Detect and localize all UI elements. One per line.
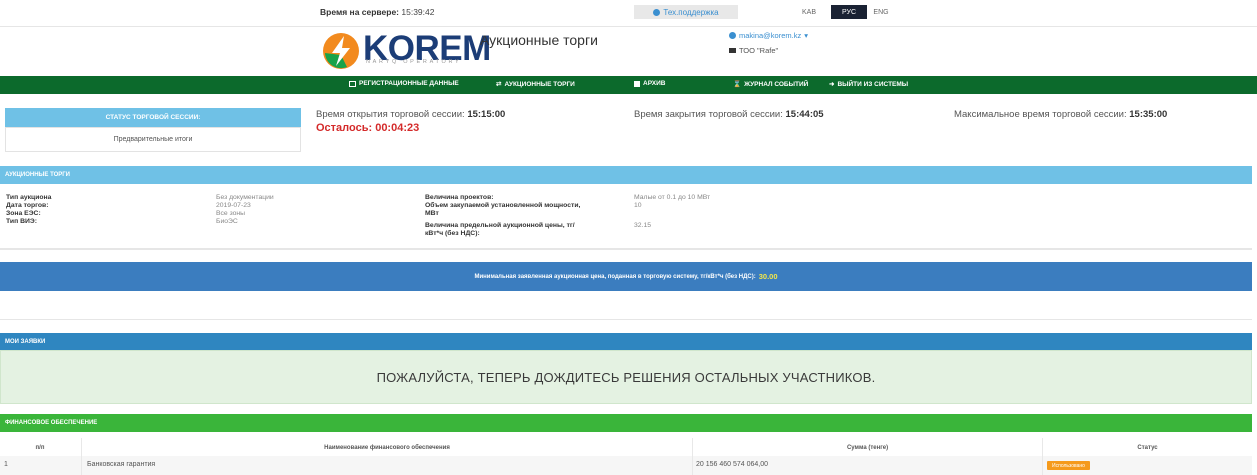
briefcase-icon bbox=[729, 48, 736, 53]
row-amount: 20 156 460 574 064,00 bbox=[696, 461, 769, 468]
session-max-time: Максимальное время торговой сессии: 15:3… bbox=[954, 109, 1167, 120]
user-organization: ТОО "Rafe" bbox=[729, 46, 778, 55]
col-name: Наименование финансового обеспечения bbox=[324, 445, 450, 451]
status-badge: Использовано bbox=[1047, 461, 1090, 470]
open-time-value: 15:15:00 bbox=[467, 109, 506, 120]
nav-archive[interactable]: Архив bbox=[634, 80, 665, 87]
auction-type-value: Без документации bbox=[216, 194, 274, 201]
nav-events-label: Журнал событий bbox=[744, 80, 809, 88]
col-num: п/п bbox=[35, 445, 45, 451]
lang-rus[interactable]: РУС bbox=[831, 5, 867, 19]
nav-logout[interactable]: ➜ Выйти из системы bbox=[829, 80, 909, 89]
swap-icon: ⇄ bbox=[496, 81, 502, 88]
vie-type-label: Тип ВИЭ: bbox=[6, 218, 37, 225]
project-size-value: Малые от 0.1 до 10 МВт bbox=[634, 194, 711, 201]
min-price-banner: Минимальная заявленная аукционная цена, … bbox=[0, 262, 1252, 291]
capacity-label-unit: МВт bbox=[425, 210, 439, 217]
archive-icon bbox=[634, 80, 640, 87]
user-icon bbox=[729, 32, 736, 39]
caret-down-icon: ▾ bbox=[804, 31, 808, 40]
help-icon bbox=[653, 8, 661, 16]
user-menu[interactable]: makina@korem.kz ▾ bbox=[729, 31, 808, 40]
row-name: Банковская гарантия bbox=[87, 461, 156, 468]
user-org-name: ТОО "Rafe" bbox=[739, 46, 779, 55]
column-divider bbox=[81, 438, 82, 475]
hourglass-icon: ⌛ bbox=[733, 81, 742, 88]
top-bar bbox=[0, 0, 1257, 27]
capacity-label: Объем закупаемой установленной мощности, bbox=[425, 202, 581, 209]
close-time-label: Время закрытия торговой сессии: bbox=[634, 109, 783, 120]
min-price-label: Минимальная заявленная аукционная цена, … bbox=[474, 273, 756, 280]
divider bbox=[0, 248, 1252, 250]
session-status-value: Предварительные итоги bbox=[5, 127, 301, 152]
close-time-value: 15:44:05 bbox=[785, 109, 824, 120]
col-amount: Сумма (тенге) bbox=[846, 445, 889, 451]
page-title: Аукционные торги bbox=[480, 32, 598, 48]
financial-header: ФИНАНСОВОЕ ОБЕСПЕЧЕНИЕ bbox=[0, 414, 1252, 432]
user-email: makina@korem.kz bbox=[739, 31, 802, 40]
logout-icon: ➜ bbox=[829, 81, 835, 88]
divider bbox=[0, 319, 1252, 320]
nav-archive-label: Архив bbox=[643, 80, 666, 87]
min-price-value: 30.00 bbox=[758, 272, 778, 281]
col-status: Статус bbox=[1137, 445, 1158, 451]
capacity-value: 10 bbox=[634, 202, 642, 209]
auction-date-label: Дата торгов: bbox=[6, 202, 49, 209]
nav-logout-label: Выйти из системы bbox=[837, 80, 909, 88]
main-nav bbox=[0, 76, 1257, 94]
lang-kab[interactable]: KAB bbox=[789, 5, 829, 19]
session-status-header: СТАТУС ТОРГОВОЙ СЕССИИ: bbox=[5, 108, 301, 127]
auction-type-label: Тип аукциона bbox=[6, 194, 52, 201]
nav-registration[interactable]: Регистрационные данные bbox=[349, 80, 459, 87]
support-button[interactable]: Тех.поддержка bbox=[634, 5, 738, 19]
ees-zone-label: Зона ЕЭС: bbox=[6, 210, 41, 217]
lang-eng[interactable]: ENG bbox=[867, 5, 895, 19]
id-card-icon bbox=[349, 80, 356, 87]
nav-auction-label: Аукционные торги bbox=[504, 80, 575, 88]
nav-registration-label: Регистрационные данные bbox=[359, 80, 459, 87]
ees-zone-value: Все зоны bbox=[216, 210, 246, 217]
time-remaining: Осталось: 00:04:23 bbox=[316, 122, 420, 134]
open-time-label: Время открытия торговой сессии: bbox=[316, 109, 465, 120]
max-time-value: 15:35:00 bbox=[1129, 109, 1168, 120]
server-time: Время на сервере: 15:39:42 bbox=[320, 7, 434, 17]
session-close-time: Время закрытия торговой сессии: 15:44:05 bbox=[634, 109, 824, 120]
row-num: 1 bbox=[4, 461, 8, 468]
nav-auction[interactable]: ⇄ Аукционные торги bbox=[496, 80, 575, 89]
vie-type-value: БиоЭС bbox=[216, 218, 238, 225]
auction-date-value: 2019-07-23 bbox=[216, 202, 251, 209]
logo-subtitle: NARYQ OPERATORY bbox=[366, 59, 462, 65]
max-time-label: Максимальное время торговой сессии: bbox=[954, 109, 1127, 120]
nav-events-log[interactable]: ⌛ Журнал событий bbox=[733, 80, 809, 89]
project-size-label: Величина проектов: bbox=[425, 194, 494, 201]
price-cap-value: 32.15 bbox=[634, 222, 652, 229]
price-cap-label-unit: кВт*ч (без НДС): bbox=[425, 230, 480, 237]
auction-section-header: АУКЦИОННЫЕ ТОРГИ bbox=[0, 166, 1252, 184]
column-divider bbox=[1042, 438, 1043, 475]
wait-message: ПОЖАЛУЙСТА, ТЕПЕРЬ ДОЖДИТЕСЬ РЕШЕНИЯ ОСТ… bbox=[0, 350, 1252, 404]
price-cap-label: Величина предельной аукционной цены, тг/ bbox=[425, 222, 575, 229]
support-label: Тех.поддержка bbox=[663, 7, 719, 17]
my-bids-header: МОИ ЗАЯВКИ bbox=[0, 333, 1252, 351]
server-time-value: 15:39:42 bbox=[401, 7, 435, 17]
server-time-label: Время на сервере: bbox=[320, 7, 400, 17]
korem-logo-icon bbox=[323, 33, 359, 69]
session-open-time: Время открытия торговой сессии: 15:15:00 bbox=[316, 109, 505, 120]
column-divider bbox=[692, 438, 693, 475]
